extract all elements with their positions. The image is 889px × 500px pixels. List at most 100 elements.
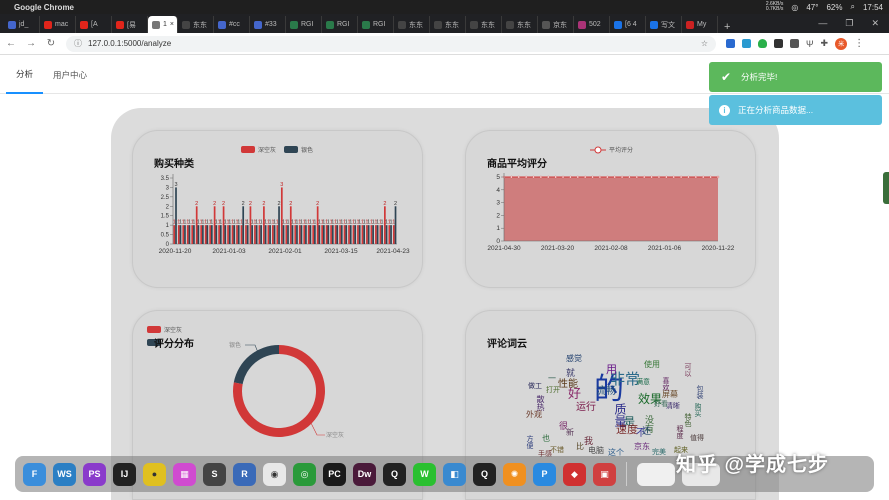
dock-app-icon[interactable]: ▣ [593, 462, 616, 486]
dock-app-icon[interactable]: R [233, 462, 256, 486]
new-tab-button[interactable]: + [718, 21, 736, 33]
extension-icon[interactable] [790, 39, 799, 48]
net-down: 0.7KB/s [765, 6, 784, 12]
wordcloud-word: 电脑 [588, 446, 604, 455]
browser-tab[interactable]: My [682, 16, 718, 33]
wordcloud-word: 做工 [528, 383, 542, 390]
side-handle[interactable] [883, 172, 889, 204]
browser-tab[interactable]: RGI [322, 16, 358, 33]
bar [204, 225, 207, 244]
back-icon[interactable]: ← [6, 38, 16, 49]
rating-point [547, 175, 550, 179]
dock-app-icon[interactable]: ▦ [173, 462, 196, 486]
browser-tab[interactable]: 502 [574, 16, 610, 33]
browser-tab[interactable]: 京东 [538, 16, 574, 33]
close-window-icon[interactable]: ✕ [871, 18, 879, 29]
dock-app-icon[interactable]: F [23, 462, 46, 486]
browser-tab[interactable]: 1 × [148, 16, 178, 33]
dock-app-icon[interactable]: Q [383, 462, 406, 486]
bar [294, 225, 297, 244]
browser-tab[interactable]: 写文 [646, 16, 682, 33]
dock-window-thumbnail[interactable] [637, 462, 675, 486]
bookmark-star-icon[interactable]: ☆ [701, 39, 708, 48]
dock-app-icon[interactable]: ✺ [503, 462, 526, 486]
tab-label: [A [91, 21, 98, 28]
extension-icon[interactable] [726, 39, 735, 48]
browser-tab[interactable]: 东东 [502, 16, 538, 33]
tab-favicon-icon [80, 20, 88, 29]
bar [184, 225, 186, 244]
maximize-icon[interactable]: ❐ [845, 18, 853, 29]
rating-point [532, 175, 535, 179]
forward-icon[interactable]: → [26, 38, 36, 49]
wechat-status-icon[interactable]: ◎ [791, 3, 798, 12]
rating-point [657, 175, 661, 179]
profile-avatar[interactable]: 米 [835, 37, 848, 50]
wordcloud-word: 打开 [546, 387, 560, 394]
tab-user-center[interactable]: 用户中心 [43, 56, 97, 94]
minimize-icon[interactable]: — [818, 18, 827, 29]
shield-extension-icon[interactable] [758, 39, 767, 48]
y-tick-label: 3.5 [161, 176, 170, 182]
browser-tab[interactable]: [6 4 [610, 16, 646, 33]
extension-icon[interactable] [742, 39, 751, 48]
dock-app-icon[interactable]: W [413, 462, 436, 486]
dock-app-icon[interactable]: ● [143, 462, 166, 486]
dock-app-icon[interactable]: Dw [353, 462, 376, 486]
menu-kebab-icon[interactable]: ⋮ [854, 38, 864, 49]
puzzle-icon[interactable]: ✚ [821, 38, 829, 49]
dock-app-icon[interactable]: WS [53, 462, 76, 486]
search-icon[interactable]: ⌕ [850, 2, 854, 12]
wordcloud-word: 满意 [636, 379, 650, 386]
tab-analyze[interactable]: 分析 [6, 56, 44, 94]
battery-readout[interactable]: 62% [826, 3, 842, 12]
success-toast[interactable]: ✔ 分析完毕! [709, 62, 882, 92]
browser-tab[interactable]: #cc [214, 16, 250, 33]
browser-tab[interactable]: jd_ [4, 16, 40, 33]
bar [372, 225, 374, 244]
browser-tab[interactable]: 东东 [466, 16, 502, 33]
browser-tab[interactable]: [A [76, 16, 112, 33]
browser-tab[interactable]: 东东 [394, 16, 430, 33]
bar [206, 225, 209, 244]
dock-app-icon[interactable]: ◆ [563, 462, 586, 486]
dock-app-icon[interactable]: PS [83, 462, 106, 486]
bar-data-label: 2 [249, 201, 252, 207]
url-text[interactable]: 127.0.0.1:5000/analyze [88, 39, 171, 48]
tab-label: #33 [265, 21, 277, 28]
tab-close-icon[interactable]: × [170, 21, 174, 28]
app-name[interactable]: Google Chrome [14, 3, 74, 12]
browser-tab[interactable]: RGI [286, 16, 322, 33]
reload-icon[interactable]: ↻ [46, 38, 56, 49]
info-icon[interactable]: ⓘ [74, 38, 82, 49]
browser-tab[interactable]: RGI [358, 16, 394, 33]
extension-icon[interactable] [774, 39, 783, 48]
dock-app-icon[interactable]: ◧ [443, 462, 466, 486]
info-toast[interactable]: i 正在分析商品数据... [709, 95, 882, 125]
address-bar: ← → ↻ ⓘ 127.0.0.1:5000/analyze ☆ Ψ ✚ 米 ⋮ [0, 33, 889, 55]
bar [191, 225, 194, 244]
dock-app-icon[interactable]: PC [323, 462, 346, 486]
dock-app-icon[interactable]: P [533, 462, 556, 486]
y-tick-label: 1 [496, 225, 500, 232]
trident-extension-icon[interactable]: Ψ [806, 39, 814, 49]
dock-app-icon[interactable]: IJ [113, 462, 136, 486]
dock-app-icon[interactable]: Q [473, 462, 496, 486]
browser-tab[interactable]: #33 [250, 16, 286, 33]
browser-tab[interactable]: mac [40, 16, 76, 33]
bar [392, 225, 395, 244]
purchase-types-chart: 00.511.522.533.51311 11 11 1121 11 11 1121 1121… [159, 174, 410, 255]
url-field[interactable]: ⓘ 127.0.0.1:5000/analyze ☆ [66, 35, 716, 52]
dock-app-icon[interactable]: ◎ [293, 462, 316, 486]
dock-app-icon[interactable]: S [203, 462, 226, 486]
browser-tab[interactable]: 东东 [430, 16, 466, 33]
wordcloud-word: 感觉 [566, 354, 582, 363]
rating-point [613, 175, 616, 179]
bar [231, 225, 234, 244]
browser-tab[interactable]: 东东 [178, 16, 214, 33]
dock-app-icon[interactable]: ◉ [263, 462, 286, 486]
tab-favicon-icon [434, 20, 442, 29]
browser-tab[interactable]: [易 [112, 16, 148, 33]
bar [282, 225, 285, 244]
tab-label: 东东 [409, 21, 423, 29]
